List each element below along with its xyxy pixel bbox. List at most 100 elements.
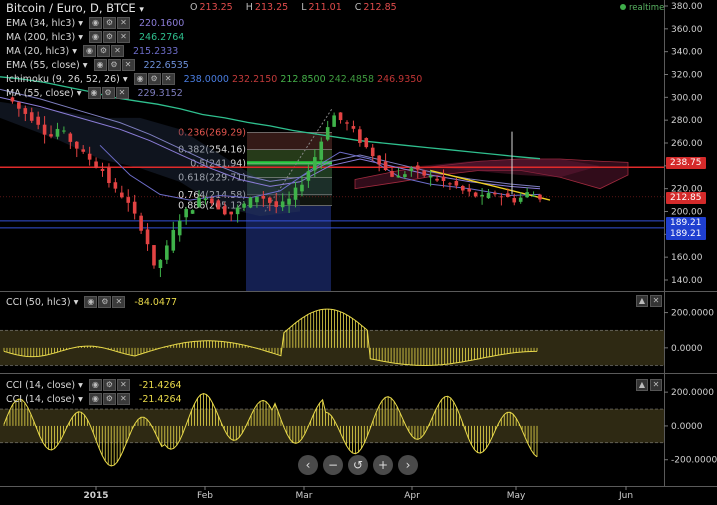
candle-body <box>441 176 446 181</box>
settings-icon: ⚙ <box>147 73 161 85</box>
candle-body <box>460 185 465 191</box>
close-icon: ✕ <box>112 296 126 308</box>
eye-icon: ◉ <box>88 17 102 29</box>
price-tag-last: 238.75 <box>666 157 706 169</box>
candle-body <box>210 198 214 204</box>
zoom-out-button[interactable]: − <box>323 455 343 475</box>
close-icon: ✕ <box>110 45 124 57</box>
legend-ma-20[interactable]: MA (20, hlc3) ▾ ◉ ⚙ ✕ 215.2333 <box>6 45 178 57</box>
candle-body <box>300 184 304 192</box>
candle-body <box>139 215 143 231</box>
pane-close-icon[interactable]: ✕ <box>650 379 662 391</box>
candle-body <box>165 245 169 260</box>
pane-close-icon[interactable]: ✕ <box>650 295 662 307</box>
eye-icon: ◉ <box>133 73 147 85</box>
candle-body <box>293 187 298 200</box>
candle-body <box>158 259 163 268</box>
symbol-dropdown-icon[interactable]: ▾ <box>139 5 144 15</box>
candle-body <box>499 196 504 198</box>
candle-body <box>370 147 375 157</box>
time-tick-label: Jun <box>618 491 633 501</box>
candle-body <box>132 201 137 214</box>
candle-body <box>242 203 246 208</box>
pane-up-icon[interactable]: ▲ <box>636 295 648 307</box>
candle-body <box>377 155 381 165</box>
price-tick-label: 280.00 <box>671 116 703 126</box>
scroll-left-button[interactable]: ‹ <box>298 455 318 475</box>
candle-body <box>49 134 53 137</box>
candle-body <box>422 170 426 176</box>
candle-body <box>255 196 259 203</box>
candle-body <box>113 182 118 189</box>
settings-icon: ⚙ <box>96 45 110 57</box>
candle-body <box>229 211 233 215</box>
candle-body <box>390 171 394 177</box>
cci-tick-label: 200.0000 <box>671 388 714 398</box>
cci-tick-label: 200.0000 <box>671 309 714 319</box>
candle-body <box>261 195 266 199</box>
pane-up-icon[interactable]: ▲ <box>636 379 648 391</box>
eye-icon: ◉ <box>87 87 101 99</box>
close-icon: ✕ <box>116 17 130 29</box>
close-icon: ✕ <box>117 31 131 43</box>
candle-body <box>415 165 420 170</box>
candle-body <box>17 102 21 109</box>
eye-icon: ◉ <box>88 379 102 391</box>
candle-body <box>177 220 182 236</box>
close-icon: ✕ <box>115 87 129 99</box>
candle-body <box>203 198 208 201</box>
candle-body <box>184 208 188 218</box>
candle-body <box>107 167 111 184</box>
legend-ema-34[interactable]: EMA (34, hlc3) ▾ ◉ ⚙ ✕ 220.1600 <box>6 17 184 29</box>
zoom-in-button[interactable]: + <box>373 455 393 475</box>
candle-body <box>306 171 311 181</box>
time-tick-label: Feb <box>197 491 213 501</box>
eye-icon: ◉ <box>88 393 102 405</box>
candle-body <box>68 133 73 142</box>
candle-body <box>480 194 484 197</box>
price-tick-label: 260.00 <box>671 139 703 149</box>
legend-cci-50[interactable]: CCI (50, hlc3) ▾ ◉ ⚙ ✕ -84.0477 <box>6 296 177 308</box>
status-dot-icon <box>620 4 626 10</box>
legend-ma-55[interactable]: MA (55, close) ▾ ◉ ⚙ ✕ 229.3152 <box>6 87 183 99</box>
candle-body <box>126 197 131 203</box>
candle-body <box>486 193 491 199</box>
candle-body <box>29 112 34 121</box>
candle-body <box>493 192 497 195</box>
scroll-right-button[interactable]: › <box>398 455 418 475</box>
candle-body <box>435 178 439 181</box>
price-tag-close: 212.85 <box>666 192 706 204</box>
price-tick-label: 140.00 <box>671 276 703 286</box>
reset-button[interactable]: ↺ <box>348 455 368 475</box>
legend-ema-55[interactable]: EMA (55, close) ▾ ◉ ⚙ ✕ 222.6535 <box>6 59 189 71</box>
price-tag-level-b: 189.21 <box>666 228 706 240</box>
price-tick-label: 320.00 <box>671 71 703 81</box>
close-icon: ✕ <box>121 59 135 71</box>
legend-cci-14-a[interactable]: CCI (14, close) ▾ ◉ ⚙ ✕ -21.4264 <box>6 379 182 391</box>
settings-icon: ⚙ <box>102 379 116 391</box>
eye-icon: ◉ <box>93 59 107 71</box>
symbol-title[interactable]: Bitcoin / Euro, D, BTCE ▾ <box>6 1 144 15</box>
candle-body <box>506 193 510 198</box>
legend-cci-14-b[interactable]: CCI (14, close) ▾ ◉ ⚙ ✕ -21.4264 <box>6 393 182 405</box>
legend-ma-200[interactable]: MA (200, hlc3) ▾ ◉ ⚙ ✕ 246.2764 <box>6 31 184 43</box>
candle-body <box>171 230 176 251</box>
settings-icon: ⚙ <box>102 17 116 29</box>
cci-tick-label: 0.0000 <box>671 422 703 432</box>
candle-body <box>216 200 221 210</box>
candle-body <box>274 201 279 207</box>
candle-body <box>222 206 227 215</box>
candle-body <box>94 161 98 168</box>
candle-body <box>267 197 272 203</box>
candle-body <box>120 192 124 198</box>
fib-zone-teal <box>247 163 332 178</box>
candle-body <box>345 122 349 124</box>
candle-body <box>448 183 452 185</box>
symbol-label: Bitcoin / Euro, D, BTCE <box>6 1 136 15</box>
ohlc-readout: O 213.25 H 213.25 L 211.01 C 212.85 <box>190 2 397 13</box>
legend-ichimoku[interactable]: Ichimoku (9, 26, 52, 26) ▾ ◉ ⚙ ✕ 238.0000 2… <box>6 73 422 85</box>
eye-icon: ◉ <box>84 296 98 308</box>
time-tick-label: Mar <box>296 491 313 501</box>
candle-body <box>364 138 369 148</box>
candle-body <box>74 141 79 149</box>
